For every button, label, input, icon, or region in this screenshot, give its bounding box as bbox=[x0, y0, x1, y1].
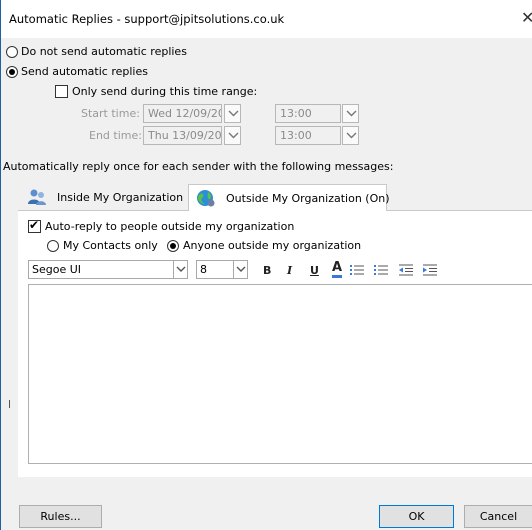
tab-outside-organization[interactable]: Outside My Organization (On) bbox=[188, 184, 390, 211]
start-date-dropdown[interactable] bbox=[224, 104, 241, 123]
resize-marker bbox=[9, 400, 10, 408]
autoreply-outside-checkbox[interactable]: ✔ bbox=[28, 218, 41, 233]
do-not-send-radio[interactable] bbox=[6, 46, 18, 58]
title-bar: Automatic Replies - support@jpitsolution… bbox=[1, 0, 532, 38]
font-size-dropdown[interactable] bbox=[234, 260, 248, 279]
font-name-dropdown[interactable] bbox=[174, 260, 188, 279]
end-date-field[interactable]: Thu 13/09/201 bbox=[143, 126, 222, 145]
bold-button[interactable]: B bbox=[263, 264, 271, 277]
globe-icon bbox=[197, 190, 215, 207]
time-range-label[interactable]: Only send during this time range: bbox=[72, 85, 257, 98]
anyone-outside-radio[interactable] bbox=[167, 240, 179, 252]
rules-button[interactable]: Rules... bbox=[19, 505, 102, 528]
contacts-only-label[interactable]: My Contacts only bbox=[63, 239, 158, 252]
cancel-button[interactable]: Cancel bbox=[464, 505, 532, 528]
decrease-indent-icon[interactable] bbox=[399, 264, 413, 276]
chevron-down-icon bbox=[236, 266, 246, 272]
numbering-icon[interactable] bbox=[374, 264, 388, 276]
time-range-checkbox[interactable] bbox=[55, 85, 68, 98]
end-time-label: End time: bbox=[89, 129, 142, 142]
end-date-dropdown[interactable] bbox=[224, 126, 241, 145]
start-time-dropdown[interactable] bbox=[342, 104, 359, 123]
chevron-down-icon bbox=[176, 266, 186, 272]
underline-button[interactable]: U bbox=[310, 264, 319, 277]
do-not-send-label[interactable]: Do not send automatic replies bbox=[21, 45, 187, 58]
start-time-label: Start time: bbox=[81, 107, 140, 120]
anyone-outside-label[interactable]: Anyone outside my organization bbox=[183, 239, 361, 252]
italic-button[interactable]: I bbox=[287, 264, 292, 277]
start-time-field[interactable]: 13:00 bbox=[275, 104, 341, 123]
tab-outside-label: Outside My Organization (On) bbox=[226, 192, 390, 205]
increase-indent-icon[interactable] bbox=[423, 264, 437, 276]
window-title: Automatic Replies - support@jpitsolution… bbox=[9, 12, 285, 26]
end-time-field[interactable]: 13:00 bbox=[275, 126, 341, 145]
people-icon bbox=[28, 189, 46, 205]
tab-inside-label: Inside My Organization bbox=[57, 191, 184, 204]
chevron-down-icon bbox=[228, 110, 239, 117]
end-time-dropdown[interactable] bbox=[342, 126, 359, 145]
automatic-replies-dialog: Automatic Replies - support@jpitsolution… bbox=[0, 0, 532, 530]
tab-inside-organization[interactable]: Inside My Organization bbox=[21, 184, 187, 210]
close-icon[interactable]: ✕ bbox=[521, 8, 532, 27]
send-replies-label[interactable]: Send automatic replies bbox=[21, 65, 148, 78]
chevron-down-icon bbox=[228, 132, 239, 139]
autoreply-outside-label[interactable]: Auto-reply to people outside my organiza… bbox=[45, 220, 294, 233]
chevron-down-icon bbox=[346, 110, 357, 117]
font-name-field[interactable]: Segoe UI bbox=[28, 260, 174, 279]
message-heading: Automatically reply once for each sender… bbox=[3, 160, 394, 173]
send-replies-radio[interactable] bbox=[6, 66, 18, 78]
message-body-textarea[interactable] bbox=[28, 284, 532, 464]
contacts-only-radio[interactable] bbox=[47, 240, 59, 252]
font-size-field[interactable]: 8 bbox=[196, 260, 234, 279]
start-date-field[interactable]: Wed 12/09/20 bbox=[143, 104, 222, 123]
font-color-button[interactable]: A bbox=[332, 261, 343, 278]
ok-button[interactable]: OK bbox=[379, 505, 454, 528]
checkmark-icon: ✔ bbox=[29, 218, 40, 232]
chevron-down-icon bbox=[346, 132, 357, 139]
bullets-icon[interactable] bbox=[350, 264, 364, 276]
